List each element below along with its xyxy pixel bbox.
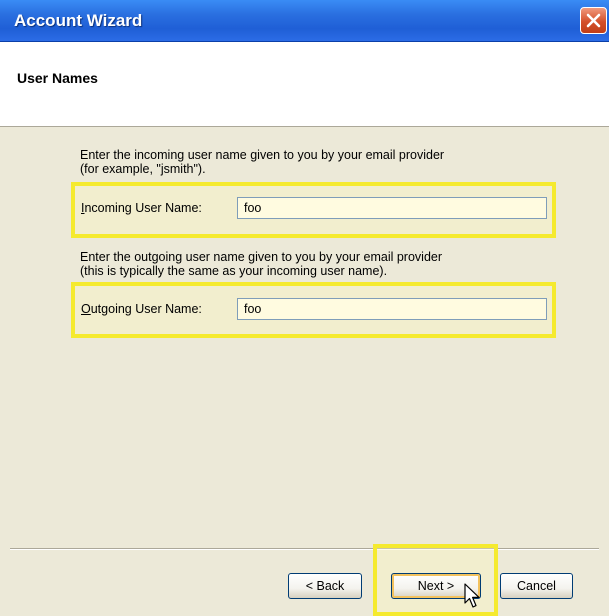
close-button[interactable] bbox=[580, 7, 607, 34]
cancel-button[interactable]: Cancel bbox=[500, 573, 573, 599]
mouse-pointer-icon bbox=[464, 583, 480, 608]
outgoing-label-text: utgoing User Name: bbox=[90, 302, 202, 316]
incoming-username-input[interactable] bbox=[237, 197, 547, 219]
incoming-instruction-line1: Enter the incoming user name given to yo… bbox=[80, 148, 445, 162]
page-title: User Names bbox=[17, 70, 98, 86]
wizard-page-header: User Names bbox=[0, 42, 609, 127]
window-title: Account Wizard bbox=[14, 11, 143, 30]
footer-divider bbox=[10, 548, 599, 550]
outgoing-username-input[interactable] bbox=[237, 298, 547, 320]
outgoing-username-label: Outgoing User Name: bbox=[81, 302, 202, 316]
outgoing-instruction: Enter the outgoing user name given to yo… bbox=[80, 250, 442, 278]
title-bar[interactable]: Account Wizard bbox=[0, 0, 609, 42]
outgoing-instruction-line1: Enter the outgoing user name given to yo… bbox=[80, 250, 443, 264]
incoming-instruction-line2: (for example, "jsmith"). bbox=[80, 162, 206, 176]
close-icon bbox=[586, 13, 601, 28]
back-button[interactable]: < Back bbox=[288, 573, 362, 599]
outgoing-accelerator-key: O bbox=[81, 302, 91, 316]
incoming-label-text: ncoming User Name: bbox=[84, 201, 202, 215]
outgoing-instruction-line2: (this is typically the same as your inco… bbox=[80, 264, 388, 278]
incoming-instruction: Enter the incoming user name given to yo… bbox=[80, 148, 444, 176]
account-wizard-window: Account Wizard User Names Enter the inco… bbox=[0, 0, 609, 616]
incoming-username-label: Incoming User Name: bbox=[81, 201, 202, 215]
